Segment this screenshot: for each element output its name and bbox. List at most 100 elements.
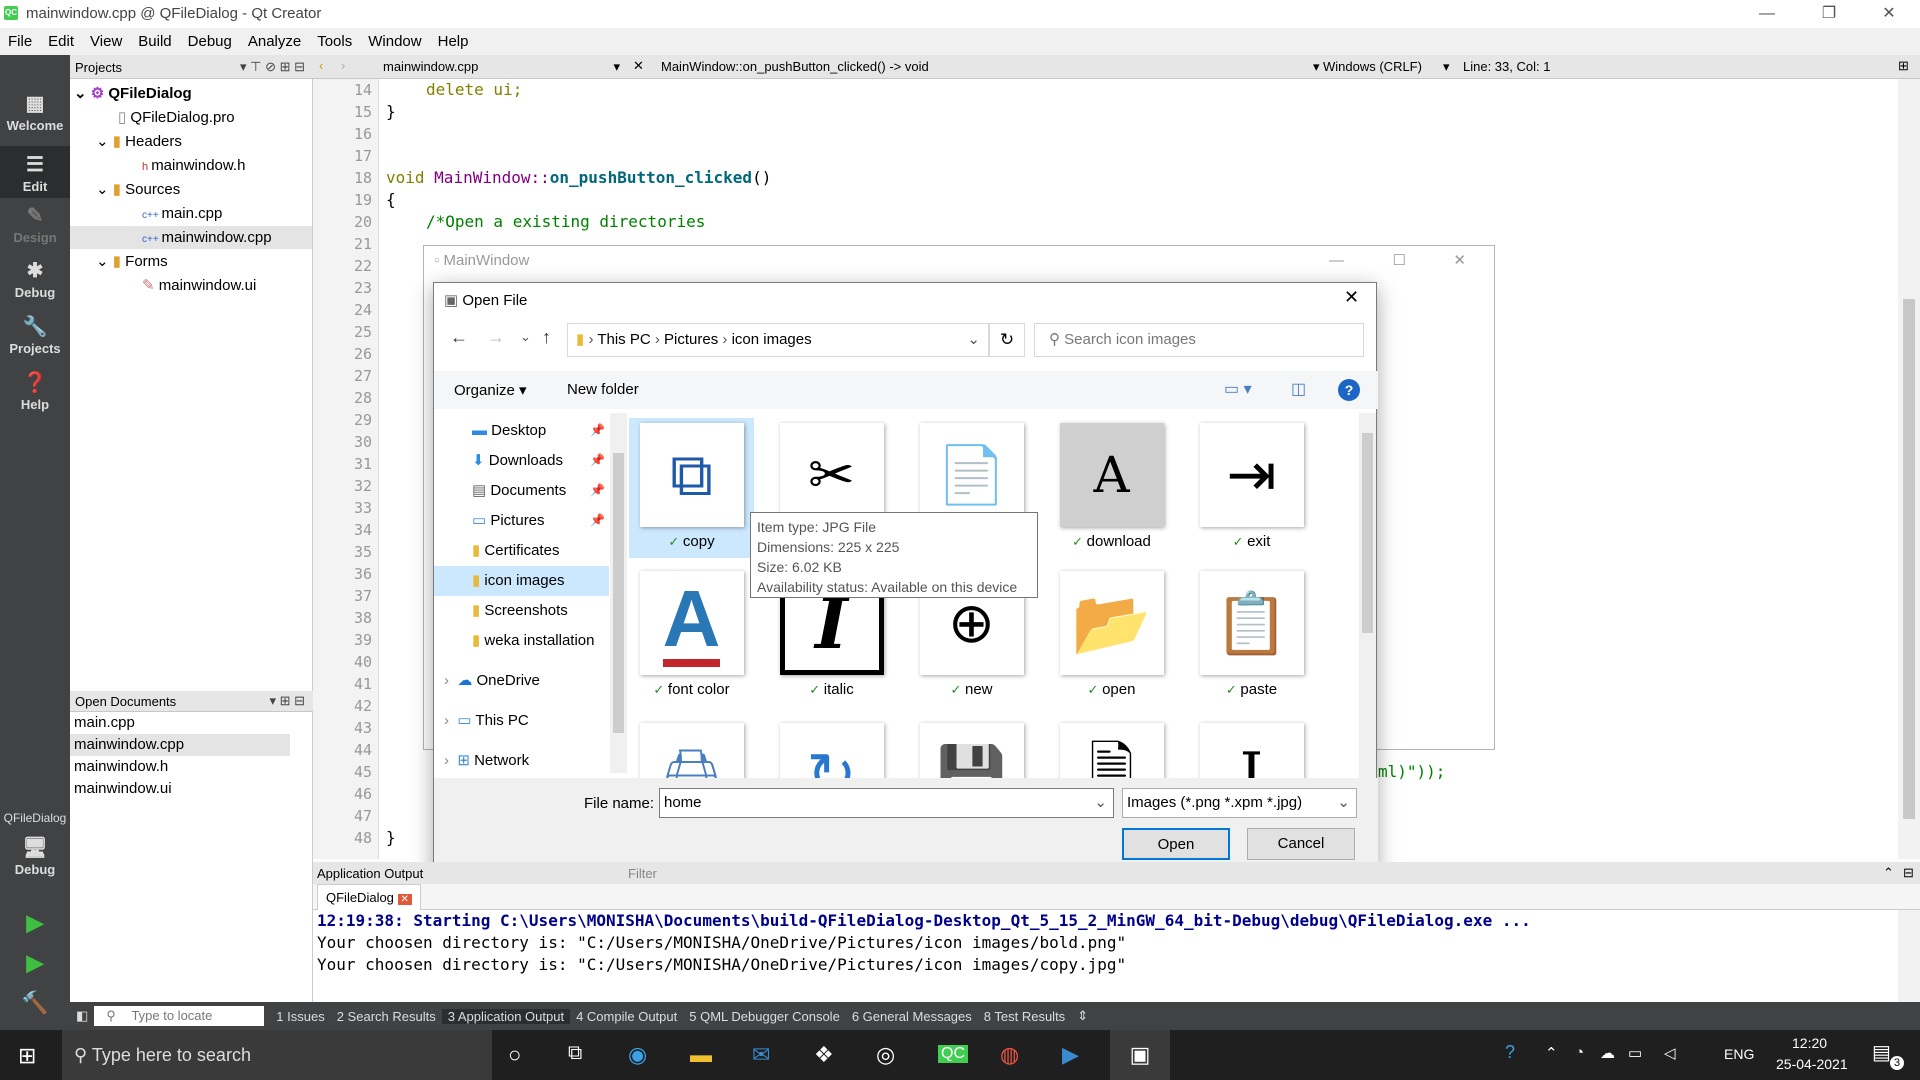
scrollbar-thumb[interactable] [1903, 299, 1915, 819]
tree-folder-headers[interactable]: ⌄ ▮ Headers [96, 130, 182, 153]
open-doc-item[interactable]: mainwindow.h [70, 756, 290, 778]
breadcrumb-pictures[interactable]: Pictures [664, 331, 718, 348]
tab-issues[interactable]: 1 Issues [270, 1009, 330, 1024]
organize-button[interactable]: Organize ▾ [454, 381, 527, 399]
output-scrollbar[interactable] [1898, 910, 1920, 1002]
file-item-save-as[interactable]: 🗎 [1049, 723, 1174, 778]
close-icon[interactable]: ✕ [1453, 246, 1466, 276]
menu-help[interactable]: Help [430, 33, 477, 50]
forward-icon[interactable]: › [341, 58, 345, 73]
app-icon[interactable]: ▶ [1062, 1042, 1079, 1068]
mode-debug[interactable]: ✱ Debug [0, 258, 70, 300]
kit-selector[interactable]: 🖥 Debug [0, 835, 70, 877]
file-explorer-icon[interactable]: ▬ [690, 1042, 712, 1068]
tree-item-mainwindow-cpp[interactable]: c++ mainwindow.cpp [70, 226, 312, 249]
file-item-paste[interactable]: 📋 ✓ paste [1189, 571, 1314, 698]
file-item-font-color[interactable]: A ✓ font color [629, 571, 754, 698]
chrome-icon[interactable]: ◍ [1000, 1042, 1019, 1068]
chevron-down-icon[interactable]: ⌄ [967, 324, 980, 356]
menu-debug[interactable]: Debug [180, 33, 240, 50]
split-icon[interactable]: ⊞ [1898, 58, 1909, 74]
cancel-button[interactable]: Cancel [1247, 828, 1355, 860]
help-tray-icon[interactable]: ? [1505, 1042, 1515, 1063]
minimize-icon[interactable]: — [1744, 0, 1790, 28]
cortana-icon[interactable]: ○ [508, 1042, 521, 1068]
minimize-icon[interactable]: — [1329, 246, 1344, 276]
maximize-panel-icon[interactable]: ⌃ [1883, 865, 1894, 881]
nav-this-pc[interactable]: › ▭ This PC [444, 706, 529, 736]
clock-time[interactable]: 12:20 [1792, 1035, 1827, 1051]
debug-run-icon[interactable]: ▶ [0, 950, 70, 976]
forward-arrow-icon[interactable]: → [487, 327, 505, 348]
file-item-open[interactable]: 📂 ✓ open [1049, 571, 1174, 698]
tree-root[interactable]: ⌄ ⚙ QFileDialog [74, 82, 192, 105]
tab-qml-debugger-console[interactable]: 5 QML Debugger Console [683, 1009, 846, 1024]
mode-edit[interactable]: ☰ Edit [0, 146, 70, 198]
nav-certificates[interactable]: ▮ Certificates [472, 536, 559, 566]
file-item-text[interactable]: I [1189, 723, 1314, 778]
file-type-select[interactable]: Images (*.png *.xpm *.jpg) ⌄ [1122, 788, 1357, 818]
file-item-save[interactable]: 💾 [909, 723, 1034, 778]
volume-icon[interactable]: ◁ [1664, 1044, 1676, 1062]
mode-welcome[interactable]: ▦ Welcome [0, 91, 70, 133]
output-tab-qfiledialog[interactable]: QFileDialog ✕ [317, 884, 421, 910]
view-options-icon[interactable]: ▭ ▾ [1224, 379, 1252, 399]
menu-build[interactable]: Build [130, 33, 179, 50]
new-folder-button[interactable]: New folder [567, 381, 639, 398]
tree-item-pro[interactable]: ▯ QFileDialog.pro [118, 106, 235, 129]
file-item-print[interactable]: 🖨 [629, 723, 754, 778]
pane-tools-icon[interactable]: ▾ ⊤ ⊘ ⊞ ⊟ [240, 59, 305, 75]
close-icon[interactable]: ✕ [1344, 287, 1359, 308]
nav-onedrive[interactable]: › ☁ OneDrive [444, 666, 540, 696]
tree-item-mainwindow-ui[interactable]: ✎ mainwindow.ui [142, 274, 256, 297]
nav-weka-installation[interactable]: ▮ weka installation [472, 626, 594, 656]
editor-scrollbar[interactable] [1898, 79, 1920, 859]
open-doc-item[interactable]: mainwindow.cpp [70, 734, 290, 756]
language-indicator[interactable]: ENG [1724, 1046, 1754, 1062]
menu-analyze[interactable]: Analyze [240, 33, 309, 50]
symbol-selector[interactable]: MainWindow::on_pushButton_clicked() -> v… [661, 59, 929, 74]
tab-search-results[interactable]: 2 Search Results [331, 1009, 442, 1024]
close-panel-icon[interactable]: ⊟ [1903, 865, 1914, 881]
qt-creator-taskbar-icon[interactable]: QC [938, 1045, 968, 1063]
file-item-download[interactable]: A ✓ download [1049, 423, 1174, 550]
menu-file[interactable]: File [0, 33, 40, 50]
restore-icon[interactable]: ❐ [1806, 0, 1852, 28]
tree-folder-sources[interactable]: ⌄ ▮ Sources [96, 178, 180, 201]
mode-help[interactable]: ❓ Help [0, 370, 70, 412]
nav-downloads[interactable]: ⬇ Downloads [472, 446, 563, 476]
menu-tools[interactable]: Tools [309, 33, 360, 50]
notification-icon[interactable]: ▤ [1872, 1040, 1891, 1065]
file-list-scrollbar[interactable] [1359, 413, 1376, 778]
close-document-icon[interactable]: ✕ [633, 58, 644, 74]
open-button[interactable]: Open [1122, 828, 1230, 860]
clock-date[interactable]: 25-04-2021 [1776, 1056, 1848, 1072]
onedrive-icon[interactable]: ☁ [1600, 1044, 1615, 1062]
pane-tools-icon[interactable]: ▾ ⊞ ⊟ [269, 693, 305, 709]
edge-icon[interactable]: ◉ [628, 1042, 647, 1068]
qfiledialog-app-icon[interactable]: ▣ [1110, 1030, 1170, 1080]
file-selector[interactable]: mainwindow.cpp ▾ [383, 59, 628, 74]
tray-overflow-icon[interactable]: ⌃ [1545, 1044, 1558, 1062]
tree-item-mainwindow-h[interactable]: h mainwindow.h [142, 154, 245, 177]
tab-compile-output[interactable]: 4 Compile Output [570, 1009, 683, 1024]
mode-design[interactable]: ✎ Design [0, 203, 70, 245]
maximize-icon[interactable]: ☐ [1393, 246, 1406, 276]
up-arrow-icon[interactable]: ↑ [542, 327, 551, 348]
back-icon[interactable]: ‹ [319, 58, 323, 73]
toggle-sidebar-icon[interactable]: ◧ [70, 1008, 94, 1024]
close-icon[interactable]: ✕ [1866, 0, 1912, 28]
open-doc-item[interactable]: main.cpp [70, 712, 290, 734]
tab-test-results[interactable]: 8 Test Results [978, 1009, 1071, 1024]
line-ending-selector[interactable]: Windows (CRLF) [1323, 59, 1463, 74]
mail-icon[interactable]: ✉ [752, 1042, 770, 1068]
battery-icon[interactable]: ▭ [1628, 1044, 1642, 1062]
chevron-down-icon[interactable]: ▾ [1313, 59, 1320, 75]
help-icon[interactable]: ? [1338, 379, 1360, 401]
wifi-icon[interactable]: ◔ [1575, 1044, 1584, 1061]
chevron-down-icon[interactable]: ▾ [1443, 59, 1450, 75]
run-icon[interactable]: ▶ [0, 910, 70, 936]
nav-scrollbar[interactable] [610, 413, 627, 773]
windows-start-icon[interactable]: ⊞ [18, 1043, 36, 1069]
nav-icon-images[interactable]: ▮ icon images [434, 566, 609, 596]
